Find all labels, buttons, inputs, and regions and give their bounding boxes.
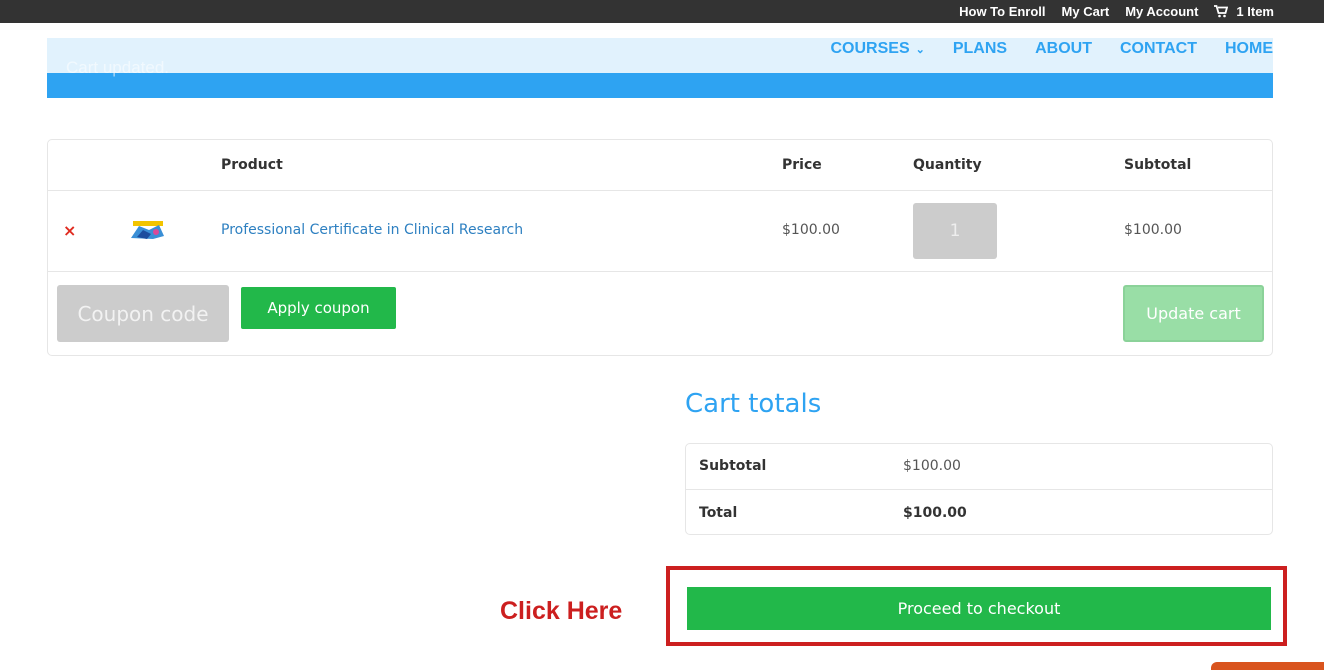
quantity-input[interactable]: 1 <box>913 203 997 259</box>
header-product: Product <box>221 157 283 173</box>
top-bar: How To Enroll My Cart My Account 1 Item <box>0 0 1324 23</box>
main-nav: COURSES ⌄ PLANS ABOUT CONTACT HOME <box>831 38 1274 60</box>
cart-count-label: 1 Item <box>1236 4 1274 19</box>
update-cart-button[interactable]: Update cart <box>1123 285 1264 342</box>
nav-contact[interactable]: CONTACT <box>1120 40 1197 58</box>
nav-courses-label: COURSES <box>830 40 910 57</box>
row-divider <box>48 190 1272 191</box>
cart-totals-title: Cart totals <box>685 389 822 419</box>
remove-item-icon[interactable]: × <box>63 221 76 240</box>
chevron-down-icon: ⌄ <box>915 43 925 56</box>
nav-plans[interactable]: PLANS <box>953 40 1007 58</box>
nav-home[interactable]: HOME <box>1225 40 1273 58</box>
product-name-link[interactable]: Professional Certificate in Clinical Res… <box>221 222 523 238</box>
coupon-code-input[interactable]: Coupon code <box>57 285 229 342</box>
subtotal-value: $100.00 <box>903 458 961 474</box>
click-here-annotation: Click Here <box>500 597 623 625</box>
nav-courses[interactable]: COURSES ⌄ <box>831 40 925 58</box>
cart-totals-table: Subtotal $100.00 Total $100.00 <box>685 443 1273 535</box>
cart-icon <box>1214 5 1229 18</box>
corner-widget[interactable] <box>1211 662 1324 670</box>
total-value: $100.00 <box>903 505 967 521</box>
row-divider <box>48 271 1272 272</box>
my-cart-link[interactable]: My Cart <box>1062 4 1110 19</box>
proceed-to-checkout-button[interactable]: Proceed to checkout <box>687 587 1271 630</box>
totals-divider <box>686 489 1272 490</box>
my-account-link[interactable]: My Account <box>1125 4 1198 19</box>
subtotal-label: Subtotal <box>699 458 767 474</box>
header-quantity: Quantity <box>913 157 982 173</box>
item-subtotal: $100.00 <box>1124 222 1182 238</box>
cart-count-link[interactable]: 1 Item <box>1214 4 1274 19</box>
header-subtotal: Subtotal <box>1124 157 1192 173</box>
product-thumbnail[interactable] <box>129 220 166 240</box>
item-price: $100.00 <box>782 222 840 238</box>
header-price: Price <box>782 157 822 173</box>
top-links: How To Enroll My Cart My Account 1 Item <box>959 0 1274 23</box>
how-to-enroll-link[interactable]: How To Enroll <box>959 4 1045 19</box>
nav-about[interactable]: ABOUT <box>1035 40 1092 58</box>
apply-coupon-button[interactable]: Apply coupon <box>241 287 396 329</box>
total-label: Total <box>699 505 738 521</box>
cart-table: Product Price Quantity Subtotal × Profes… <box>47 139 1273 356</box>
notice-text: Cart updated. <box>66 58 170 77</box>
